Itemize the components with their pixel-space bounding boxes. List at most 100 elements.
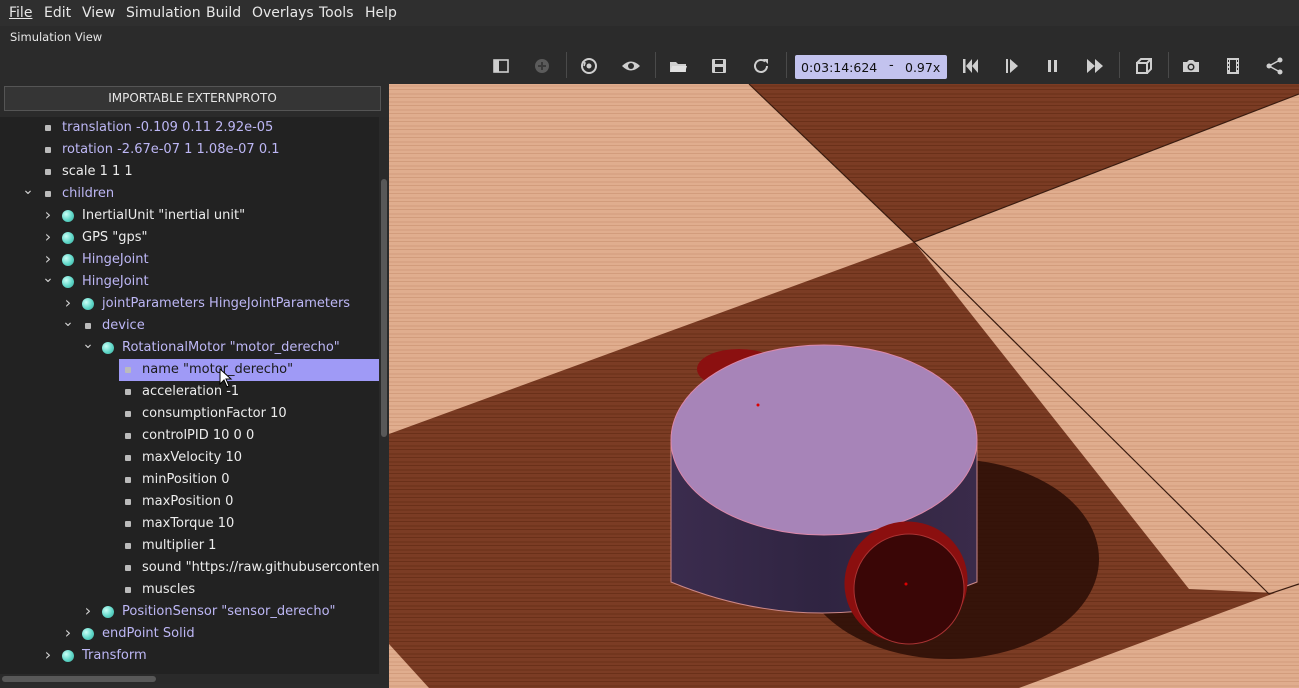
menu-simulation[interactable]: Simulation [126,5,201,21]
node-icon [62,254,74,266]
field-icon [125,411,131,417]
field-icon [125,477,131,483]
field-icon [125,543,131,549]
tree-item[interactable]: maxTorque 10 [0,513,379,535]
tree-item[interactable]: › InertialUnit "inertial unit" [0,205,379,227]
save-icon[interactable] [706,53,732,79]
collapse-arrow-icon[interactable]: ⌄ [42,267,54,289]
tree-item[interactable]: name "motor_derecho" [0,359,379,381]
tree-item[interactable]: rotation -2.67e-07 1 1.08e-07 0.1 [0,139,379,161]
node-icon [62,210,74,222]
node-icon [62,232,74,244]
tree-horizontal-scroll-thumb[interactable] [2,676,156,682]
tree-item[interactable]: › endPoint Solid [0,623,379,645]
field-icon [45,125,51,131]
tree-item[interactable]: ⌄ HingeJoint [0,270,379,293]
toggle-panel-icon[interactable] [488,53,514,79]
menu-help-label: Help [365,5,397,21]
expand-arrow-icon[interactable]: › [62,622,74,644]
menu-help[interactable]: Help [365,5,397,21]
tree-item-label: translation -0.109 0.11 2.92e-05 [62,120,274,135]
field-icon [45,191,51,197]
tree-vertical-scroll-thumb[interactable] [381,179,387,437]
field-icon [125,565,131,571]
add-node-icon[interactable] [529,53,555,79]
expand-arrow-icon[interactable]: › [42,226,54,248]
tree-item[interactable]: maxVelocity 10 [0,447,379,469]
film-icon[interactable] [1220,53,1246,79]
tree-item-label: endPoint Solid [102,626,195,641]
tree-item[interactable]: › HingeJoint [0,249,379,271]
tree-vertical-scrollbar[interactable] [379,117,389,685]
expand-arrow-icon[interactable]: › [82,600,94,622]
tree-horizontal-scrollbar[interactable] [0,674,379,684]
menu-build-label: Build [206,5,242,21]
camera-icon[interactable] [1178,53,1204,79]
expand-arrow-icon[interactable]: › [42,644,54,666]
node-icon [62,276,74,288]
node-icon [82,298,94,310]
step-icon[interactable] [999,53,1025,79]
tree-item[interactable]: › PositionSensor "sensor_derecho" [0,601,379,623]
tree-item[interactable]: ⌄ RotationalMotor "motor_derecho" [0,336,379,359]
menu-view-label: View [82,5,116,21]
tree-item[interactable]: › Transform [0,645,379,667]
share-icon[interactable] [1262,53,1288,79]
simulation-time-display: 0:03:14:624 - 0.97x [795,55,947,79]
open-folder-icon[interactable] [665,53,691,79]
expand-arrow-icon[interactable]: › [42,204,54,226]
eye-icon[interactable] [618,53,644,79]
view-title: Simulation View [10,30,103,44]
tree-item-label: HingeJoint [82,252,149,267]
tree-item[interactable]: › GPS "gps" [0,227,379,249]
tree-item[interactable]: minPosition 0 [0,469,379,491]
fast-forward-icon[interactable] [1082,53,1108,79]
tree-item[interactable]: muscles [0,579,379,601]
menu-view[interactable]: View [82,5,115,21]
importable-externproto-button[interactable]: IMPORTABLE EXTERNPROTO [4,86,381,111]
tree-item[interactable]: › jointParameters HingeJointParameters [0,293,379,315]
view-cube-icon[interactable] [1131,53,1157,79]
tree-item[interactable]: multiplier 1 [0,535,379,557]
menu-overlays[interactable]: Overlays [252,5,314,21]
tree-item-label: children [62,186,115,201]
tree-item[interactable]: ⌄ device [0,314,379,337]
tree-item-label: InertialUnit "inertial unit" [82,208,246,223]
node-icon [102,342,114,354]
tree-item[interactable]: scale 1 1 1 [0,161,379,183]
collapse-arrow-icon[interactable]: ⌄ [82,333,94,355]
menu-tools[interactable]: Tools [319,5,354,21]
tree-item[interactable]: acceleration -1 [0,381,379,403]
menu-build[interactable]: Build [206,5,241,21]
menu-simulation-label: Simulation [126,5,201,21]
speed-separator: - [889,58,894,73]
tree-item[interactable]: ⌄ children [0,182,379,205]
reload-icon[interactable] [748,53,774,79]
scene-tree: translation -0.109 0.11 2.92e-05 rotation… [0,117,379,675]
simulation-speed: 0.97x [905,60,941,75]
tree-item-label: PositionSensor "sensor_derecho" [122,604,336,619]
field-icon [125,499,131,505]
tree-item[interactable]: maxPosition 0 [0,491,379,513]
reset-view-icon[interactable] [576,53,602,79]
node-icon [102,606,114,618]
tree-item[interactable]: translation -0.109 0.11 2.92e-05 [0,117,379,139]
tree-item-label: sound "https://raw.githubusercontent.c [142,560,379,575]
collapse-arrow-icon[interactable]: ⌄ [62,311,74,333]
tree-item[interactable]: consumptionFactor 10 [0,403,379,425]
pause-icon[interactable] [1040,53,1066,79]
collapse-arrow-icon[interactable]: ⌄ [22,179,34,201]
field-icon [45,169,51,175]
tree-item[interactable]: sound "https://raw.githubusercontent.c [0,557,379,579]
3d-scene[interactable] [389,84,1299,688]
tree-item[interactable]: controlPID 10 0 0 [0,425,379,447]
3d-viewport[interactable] [389,84,1299,688]
menu-overlays-label: Overlays [252,5,314,21]
tree-item-label: minPosition 0 [142,472,230,487]
field-icon [125,367,131,373]
menu-file[interactable]: File [9,5,32,21]
step-back-icon[interactable] [957,53,983,79]
menu-edit[interactable]: Edit [44,5,71,21]
scrollbar-corner [379,674,389,684]
field-icon [125,455,131,461]
